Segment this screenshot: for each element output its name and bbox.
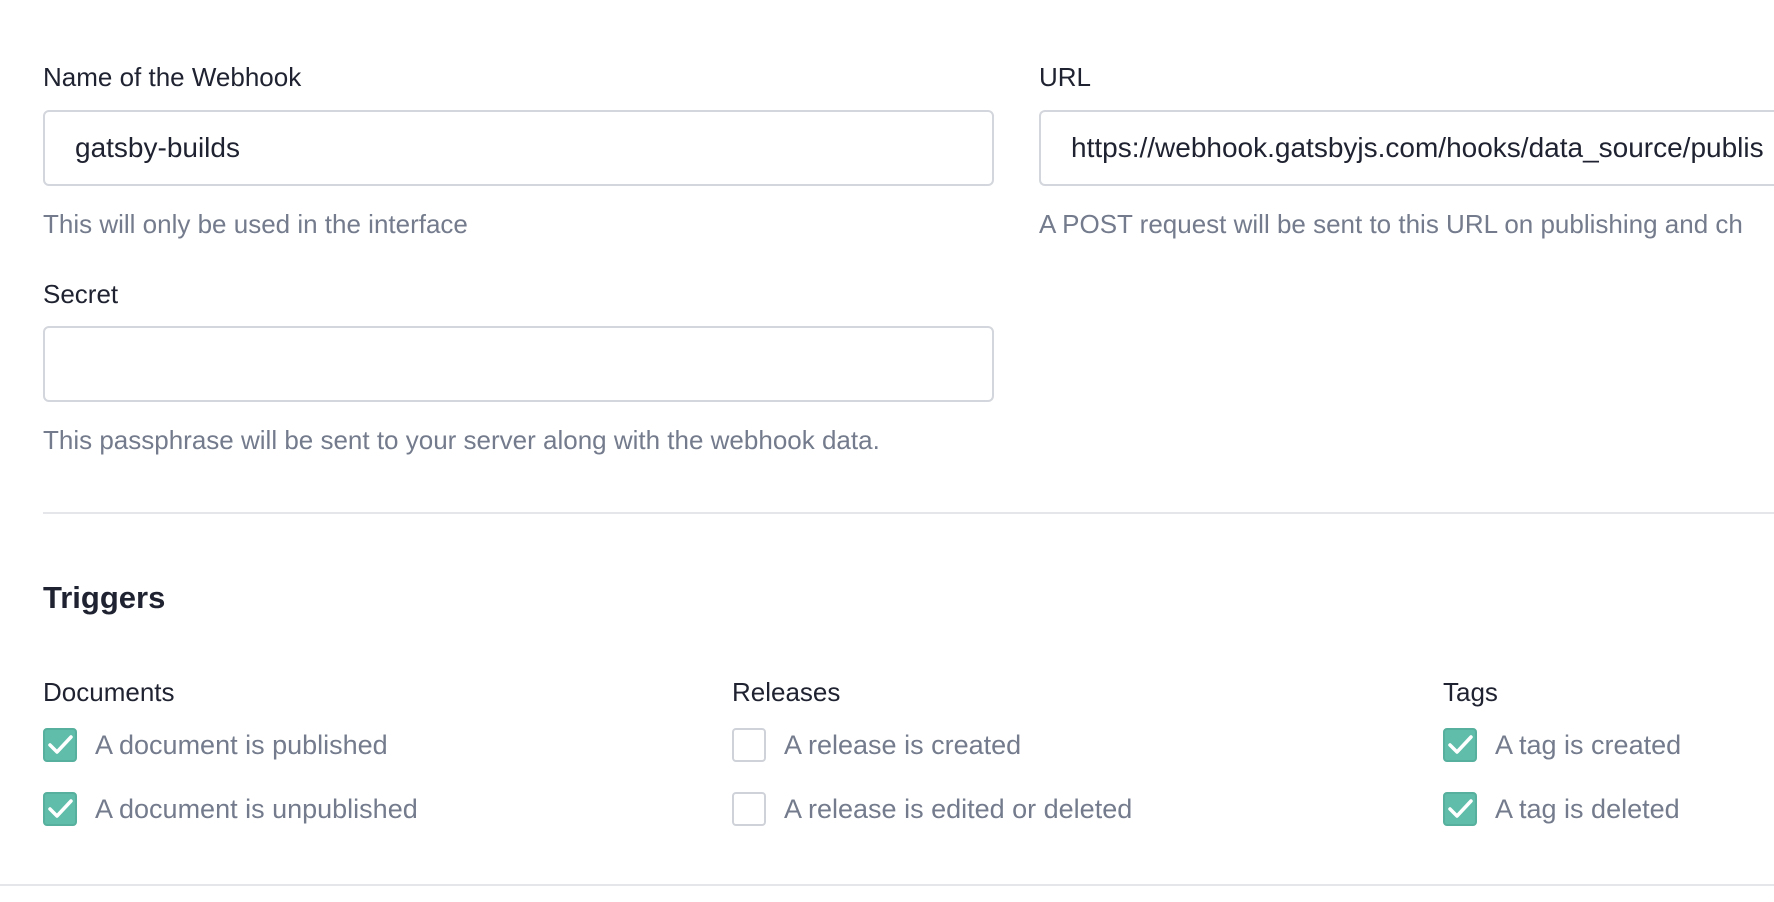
webhook-form-page: Name of the Webhook gatsby-builds This w… xyxy=(0,0,1774,902)
url-hint: A POST request will be sent to this URL … xyxy=(1039,209,1743,239)
release-created-label: A release is created xyxy=(784,730,1022,760)
documents-group-title: Documents xyxy=(43,677,175,707)
document-unpublished-checkbox[interactable] xyxy=(43,792,77,826)
checkmark-icon xyxy=(1448,799,1473,818)
trigger-release-edited-deleted[interactable]: A release is edited or deleted xyxy=(732,792,1132,826)
secret-hint: This passphrase will be sent to your ser… xyxy=(43,425,880,455)
checkmark-icon xyxy=(1448,735,1473,754)
tag-deleted-label: A tag is deleted xyxy=(1495,794,1680,824)
release-edited-deleted-label: A release is edited or deleted xyxy=(784,794,1133,824)
bottom-divider xyxy=(0,884,1774,886)
name-label: Name of the Webhook xyxy=(43,62,302,92)
url-input[interactable]: https://webhook.gatsbyjs.com/hooks/data_… xyxy=(1039,110,1774,186)
releases-group-title: Releases xyxy=(732,677,841,707)
release-created-checkbox[interactable] xyxy=(732,728,766,762)
name-hint: This will only be used in the interface xyxy=(43,209,468,239)
url-label: URL xyxy=(1039,62,1092,92)
document-unpublished-label: A document is unpublished xyxy=(95,794,418,824)
checkmark-icon xyxy=(48,735,73,754)
trigger-tag-deleted[interactable]: A tag is deleted xyxy=(1443,792,1680,826)
document-published-label: A document is published xyxy=(95,730,388,760)
document-published-checkbox[interactable] xyxy=(43,728,77,762)
triggers-title: Triggers xyxy=(43,580,166,615)
secret-label: Secret xyxy=(43,279,119,309)
trigger-tag-created[interactable]: A tag is created xyxy=(1443,728,1681,762)
trigger-document-unpublished[interactable]: A document is unpublished xyxy=(43,792,418,826)
trigger-document-published[interactable]: A document is published xyxy=(43,728,388,762)
secret-input[interactable] xyxy=(43,326,994,402)
section-divider xyxy=(43,512,1774,514)
tag-deleted-checkbox[interactable] xyxy=(1443,792,1477,826)
tags-group-title: Tags xyxy=(1443,677,1498,707)
name-input[interactable]: gatsby-builds xyxy=(43,110,994,186)
trigger-release-created[interactable]: A release is created xyxy=(732,728,1021,762)
tag-created-checkbox[interactable] xyxy=(1443,728,1477,762)
release-edited-deleted-checkbox[interactable] xyxy=(732,792,766,826)
checkmark-icon xyxy=(48,799,73,818)
tag-created-label: A tag is created xyxy=(1495,730,1682,760)
